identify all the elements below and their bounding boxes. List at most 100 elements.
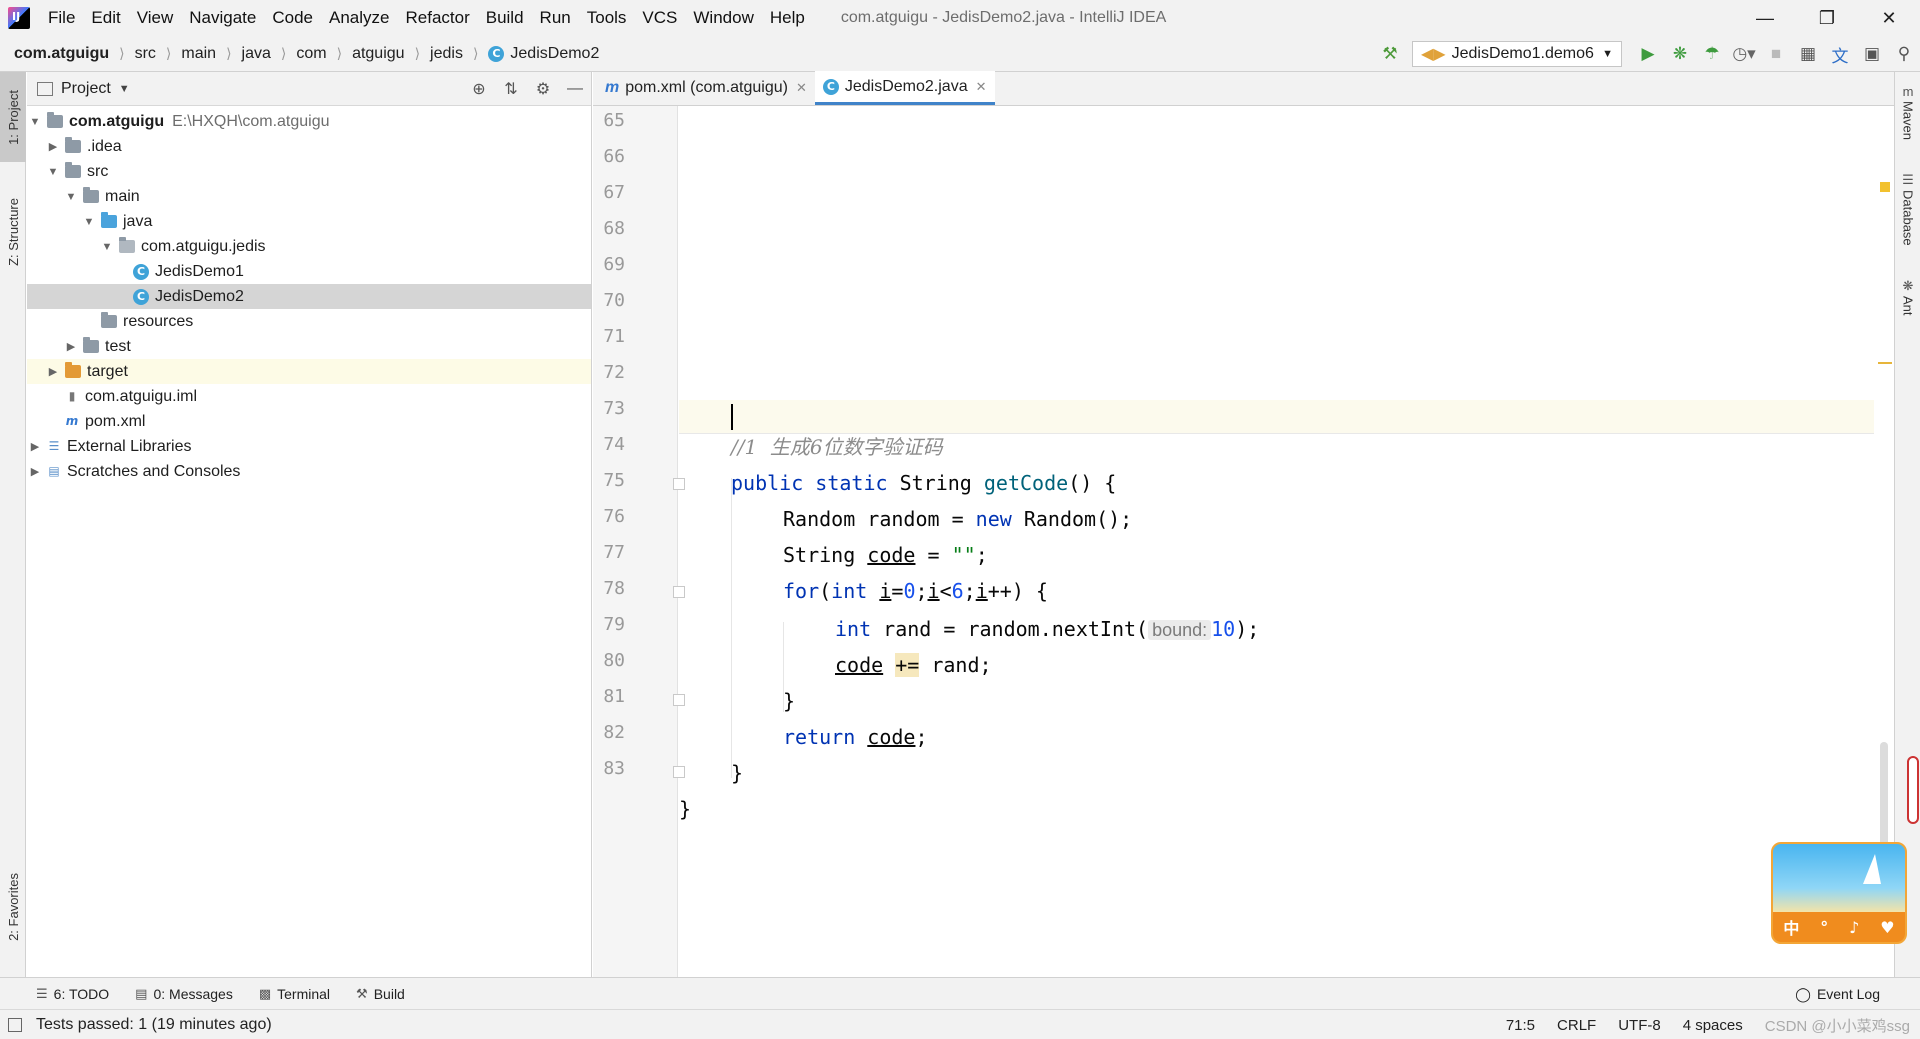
expand-arrow-icon[interactable]: ▼ bbox=[45, 166, 61, 178]
breadcrumb-class[interactable]: C JedisDemo2 bbox=[488, 45, 599, 63]
terminal-tool-button[interactable]: ▩ Terminal bbox=[259, 986, 330, 1002]
coverage-icon[interactable]: ☂ bbox=[1696, 36, 1728, 72]
status-message[interactable]: Tests passed: 1 (19 minutes ago) bbox=[36, 1016, 272, 1034]
expand-arrow-icon[interactable]: ▼ bbox=[81, 216, 97, 228]
ime-sticker-widget[interactable]: 中 ° ♪ ♥ bbox=[1771, 842, 1907, 944]
ant-tool-tab[interactable]: ❋ Ant bbox=[1895, 278, 1920, 316]
floating-scroll-handle[interactable] bbox=[1907, 756, 1919, 824]
code-area[interactable]: //1 生成6位数字验证码 public static String getCo… bbox=[679, 106, 1874, 977]
event-log-button[interactable]: ◯ Event Log bbox=[1795, 978, 1880, 1010]
tree-item-project-root[interactable]: ▼ com.atguigu E:\HXQH\com.atguigu bbox=[27, 109, 591, 134]
expand-arrow-icon[interactable]: ▼ bbox=[63, 191, 79, 203]
class-icon: C bbox=[822, 78, 839, 95]
tree-item-main[interactable]: ▼ main bbox=[27, 184, 591, 209]
chevron-down-icon[interactable]: ▼ bbox=[119, 83, 130, 95]
collapse-arrow-icon[interactable]: ▶ bbox=[27, 440, 43, 453]
menu-vcs[interactable]: VCS bbox=[634, 8, 685, 28]
tab-pom-xml[interactable]: m pom.xml (com.atguigu) ✕ bbox=[597, 71, 815, 105]
tree-item-test[interactable]: ▶ test bbox=[27, 334, 591, 359]
restore-button[interactable]: ❐ bbox=[1796, 0, 1858, 36]
menu-code[interactable]: Code bbox=[264, 8, 321, 28]
menu-help[interactable]: Help bbox=[762, 8, 813, 28]
build-tool-button[interactable]: ⚒ Build bbox=[356, 986, 405, 1002]
breadcrumb-src[interactable]: src bbox=[135, 45, 156, 63]
collapse-arrow-icon[interactable]: ▶ bbox=[45, 140, 61, 153]
menu-run[interactable]: Run bbox=[532, 8, 579, 28]
menu-bar: File Edit View Navigate Code Analyze Ref… bbox=[0, 0, 1920, 36]
project-structure-icon[interactable]: ▦ bbox=[1792, 36, 1824, 72]
tree-item-pom[interactable]: m pom.xml bbox=[27, 409, 591, 434]
menu-edit[interactable]: Edit bbox=[83, 8, 128, 28]
menu-navigate[interactable]: Navigate bbox=[181, 8, 264, 28]
breadcrumb-com[interactable]: com bbox=[296, 45, 326, 63]
profile-icon[interactable]: ◷▾ bbox=[1728, 36, 1760, 72]
favorites-tool-tab[interactable]: 2: Favorites bbox=[0, 852, 26, 962]
collapse-arrow-icon[interactable]: ▶ bbox=[27, 465, 43, 478]
run-icon[interactable]: ▶ bbox=[1632, 36, 1664, 72]
expand-arrow-icon[interactable]: ▼ bbox=[27, 116, 43, 128]
tree-item-target[interactable]: ▶ target bbox=[27, 359, 591, 384]
tree-item-idea[interactable]: ▶ .idea bbox=[27, 134, 591, 159]
file-encoding[interactable]: UTF-8 bbox=[1618, 1017, 1661, 1034]
stop-icon[interactable]: ■ bbox=[1760, 36, 1792, 72]
menu-build[interactable]: Build bbox=[478, 8, 532, 28]
tree-item-iml[interactable]: ▮ com.atguigu.iml bbox=[27, 384, 591, 409]
hide-panel-icon[interactable]: — bbox=[559, 72, 591, 106]
locate-icon[interactable]: ⊕ bbox=[463, 72, 495, 106]
menu-analyze[interactable]: Analyze bbox=[321, 8, 397, 28]
tree-item-jedisdemo1[interactable]: C JedisDemo1 bbox=[27, 259, 591, 284]
run-config-select[interactable]: ◀▶ JedisDemo1.demo6 ▼ bbox=[1412, 41, 1622, 67]
toggle-tool-windows-icon[interactable] bbox=[8, 1017, 22, 1032]
menu-window[interactable]: Window bbox=[685, 8, 761, 28]
tree-item-scratches[interactable]: ▶ ▤ Scratches and Consoles bbox=[27, 459, 591, 484]
project-tool-tab[interactable]: 1: Project bbox=[0, 72, 26, 162]
build-hammer-icon[interactable]: ⚒ bbox=[1374, 36, 1406, 72]
tree-item-java[interactable]: ▼ java bbox=[27, 209, 591, 234]
breadcrumb-project[interactable]: com.atguigu bbox=[14, 45, 109, 63]
maven-tool-tab[interactable]: m Maven bbox=[1895, 84, 1920, 140]
breadcrumb-atguigu[interactable]: atguigu bbox=[352, 45, 405, 63]
layout-icon[interactable]: ▣ bbox=[1856, 36, 1888, 72]
menu-file[interactable]: File bbox=[40, 8, 83, 28]
breadcrumb-java[interactable]: java bbox=[242, 45, 271, 63]
code-line-74: Random random = new Random(); bbox=[783, 507, 1133, 531]
todo-tool-button[interactable]: ☰ 6: TODO bbox=[36, 986, 109, 1002]
indent-setting[interactable]: 4 spaces bbox=[1683, 1017, 1743, 1034]
breadcrumb-jedis[interactable]: jedis bbox=[430, 45, 463, 63]
tree-item-package[interactable]: ▼ com.atguigu.jedis bbox=[27, 234, 591, 259]
tree-item-resources[interactable]: resources bbox=[27, 309, 591, 334]
collapse-arrow-icon[interactable]: ▶ bbox=[63, 340, 79, 353]
settings-gear-icon[interactable]: ⚙ bbox=[527, 72, 559, 106]
code-line-78: code += rand; bbox=[835, 653, 992, 677]
expand-arrow-icon[interactable]: ▼ bbox=[99, 241, 115, 253]
menu-refactor[interactable]: Refactor bbox=[397, 8, 477, 28]
collapse-arrow-icon[interactable]: ▶ bbox=[45, 365, 61, 378]
code-line-79: } bbox=[783, 689, 796, 713]
close-icon[interactable]: ✕ bbox=[976, 79, 987, 95]
tree-item-src[interactable]: ▼ src bbox=[27, 159, 591, 184]
line-number: 75 bbox=[603, 470, 625, 491]
project-view-select[interactable]: Project bbox=[61, 80, 111, 98]
translate-icon[interactable]: 文 bbox=[1824, 36, 1856, 72]
menu-tools[interactable]: Tools bbox=[579, 8, 635, 28]
menu-view[interactable]: View bbox=[129, 8, 182, 28]
tab-jedisdemo2[interactable]: C JedisDemo2.java ✕ bbox=[814, 71, 995, 105]
structure-tool-tab[interactable]: Z: Structure bbox=[0, 182, 26, 282]
messages-tool-button[interactable]: ▤ 0: Messages bbox=[135, 986, 233, 1002]
tree-item-jedisdemo2[interactable]: C JedisDemo2 bbox=[27, 284, 591, 309]
database-tool-tab[interactable]: ☰ Database bbox=[1895, 172, 1920, 246]
close-icon[interactable]: ✕ bbox=[796, 80, 807, 96]
close-window-button[interactable]: ✕ bbox=[1858, 0, 1920, 36]
caret-position[interactable]: 71:5 bbox=[1506, 1017, 1535, 1034]
analysis-status-icon[interactable] bbox=[1880, 182, 1890, 192]
debug-icon[interactable]: ❋ bbox=[1664, 36, 1696, 72]
breadcrumb-main[interactable]: main bbox=[181, 45, 216, 63]
ime-glyph: ♪ bbox=[1849, 917, 1860, 937]
collapse-all-icon[interactable]: ⇅ bbox=[495, 72, 527, 106]
line-number: 76 bbox=[603, 506, 625, 527]
minimize-button[interactable]: — bbox=[1734, 0, 1796, 36]
search-icon[interactable]: ⚲ bbox=[1888, 36, 1920, 72]
error-stripe-mark[interactable] bbox=[1878, 362, 1892, 364]
line-separator[interactable]: CRLF bbox=[1557, 1017, 1596, 1034]
tree-item-external-libraries[interactable]: ▶ ☰ External Libraries bbox=[27, 434, 591, 459]
